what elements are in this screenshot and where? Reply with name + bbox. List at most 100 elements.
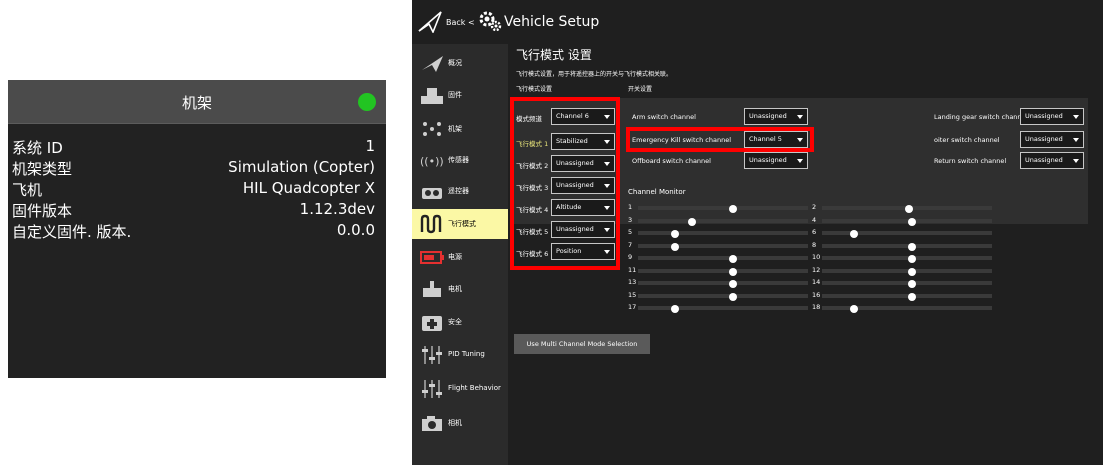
switch-6-label: Return switch channel (934, 157, 1007, 165)
sidebar-item-flight-modes[interactable]: 飞行模式 (412, 209, 508, 239)
channel-1-knob (729, 205, 738, 213)
channel-number: 1 (628, 203, 633, 211)
channel-5-track (638, 230, 808, 238)
channel-4-monitor: 4 (812, 215, 997, 226)
channel-14-monitor: 14 (812, 278, 997, 288)
channel-14-track (822, 280, 992, 288)
channel-17-knob (671, 305, 680, 313)
switch-settings-heading: 开关设置 (628, 86, 653, 93)
channel-number: 6 (812, 228, 817, 236)
channel-number: 9 (628, 253, 633, 261)
highlight-box-kill-switch (626, 127, 814, 152)
channel-5-knob (671, 230, 680, 238)
sidebar-item-sensors[interactable]: ((•)) 传感器 (412, 145, 508, 175)
channel-3-knob (687, 217, 696, 226)
switch-5-select[interactable]: Unassigned (744, 152, 808, 169)
channel-number: 2 (812, 203, 817, 211)
sidebar-item-camera[interactable]: 相机 (412, 408, 508, 438)
channel-7-track (638, 242, 808, 251)
channel-10-track (822, 255, 992, 263)
sidebar-item-firmware[interactable]: 固件 (412, 80, 508, 110)
switch-4-select[interactable]: Unassigned (1020, 131, 1084, 148)
camera-icon (422, 416, 442, 431)
back-button[interactable]: Back < (446, 18, 475, 27)
pid-tuning-icon (422, 346, 442, 364)
channel-number: 5 (628, 228, 633, 236)
card-row-firmware-version: 固件版本 1.12.3dev (8, 200, 386, 220)
channel-2-monitor: 2 (812, 203, 997, 213)
channel-number: 4 (812, 215, 817, 224)
flight-behavior-icon (422, 380, 442, 398)
status-indicator (358, 93, 376, 111)
sidebar-item-label: 安全 (448, 318, 462, 326)
sidebar-item-safety[interactable]: 安全 (412, 307, 508, 337)
card-row-key: 飞机 (12, 181, 43, 199)
switch-6-select[interactable]: Unassigned (1020, 152, 1084, 169)
chevron-down-icon (797, 115, 803, 119)
channel-16-monitor: 16 (812, 291, 997, 301)
channel-number: 8 (812, 240, 817, 249)
motors-icon (423, 281, 441, 297)
card-row-value: 1 (365, 137, 375, 155)
vehicle-setup-window: Back < Vehicle Setup 概况 固件 机架 ((•)) 传感器 遥控器 飞行… (412, 0, 1103, 465)
channel-9-track (638, 255, 808, 263)
switch-5-label: Offboard switch channel (632, 157, 711, 165)
sidebar-item-paper-plane[interactable]: 概况 (412, 48, 508, 78)
channel-16-track (822, 292, 992, 301)
sidebar-item-label: Flight Behavior (448, 384, 501, 392)
card-row-airframe-type: 机架类型 Simulation (Copter) (8, 158, 386, 178)
multi-channel-mode-button[interactable]: Use Multi Channel Mode Selection (514, 334, 650, 354)
chevron-down-icon (797, 159, 803, 163)
sidebar-item-radio[interactable]: 遥控器 (412, 176, 508, 206)
channel-18-knob (850, 305, 859, 313)
airframe-card-header: 机架 (8, 80, 386, 124)
paper-plane-logo-icon[interactable] (418, 11, 442, 33)
card-row-value: HIL Quadcopter X (242, 179, 375, 197)
channel-12-knob (908, 267, 917, 276)
card-row-value: 1.12.3dev (299, 200, 375, 218)
channel-15-monitor: 15 (628, 290, 813, 301)
switch-2-select[interactable]: Unassigned (1020, 108, 1084, 125)
channel-14-knob (908, 280, 917, 288)
channel-number: 13 (628, 278, 637, 286)
firmware-icon (421, 88, 443, 104)
select-value: Unassigned (749, 112, 787, 120)
channel-8-track (822, 242, 992, 251)
channel-13-track (638, 280, 808, 288)
card-row-vehicle: 飞机 HIL Quadcopter X (8, 179, 386, 199)
channel-6-knob (850, 230, 859, 238)
sidebar-item-motors[interactable]: 电机 (412, 274, 508, 304)
switch-1-select[interactable]: Unassigned (744, 108, 808, 125)
sidebar-item-airframe[interactable]: 机架 (412, 114, 508, 144)
sidebar-item-pid-tuning[interactable]: PID Tuning (412, 340, 508, 370)
channel-number: 17 (628, 303, 637, 311)
gears-icon (479, 11, 502, 32)
channel-16-knob (908, 292, 917, 301)
channel-8-knob (908, 242, 917, 251)
safety-icon (422, 316, 442, 331)
select-value: Unassigned (1025, 156, 1063, 164)
channel-4-knob (908, 217, 917, 226)
channel-number: 15 (628, 290, 637, 299)
channel-11-track (638, 267, 808, 276)
switch-1-label: Arm switch channel (632, 113, 696, 121)
sidebar-item-flight-behavior[interactable]: Flight Behavior (412, 374, 508, 404)
sidebar-item-battery[interactable]: 电源 (412, 242, 508, 272)
channel-11-monitor: 11 (628, 265, 813, 276)
channel-10-monitor: 10 (812, 253, 997, 263)
card-row-key: 自定义固件. 版本. (12, 223, 132, 241)
channel-11-knob (729, 267, 738, 276)
channel-number: 18 (812, 303, 821, 311)
flight-modes-icon (420, 214, 442, 234)
channel-2-track (822, 205, 992, 213)
airframe-card: 机架 系统 ID 1 机架类型 Simulation (Copter) 飞机 H… (8, 80, 386, 378)
sidebar: 概况 固件机架 ((•)) 传感器 遥控器 飞行模式 电源 电机安全 PID Tuning Fli… (412, 44, 508, 465)
switch-4-label: oiter switch channel (934, 136, 1000, 144)
channel-3-monitor: 3 (628, 216, 813, 226)
select-value: Unassigned (1025, 135, 1063, 143)
channel-number: 10 (812, 253, 821, 261)
channel-1-monitor: 1 (628, 203, 813, 213)
channel-number: 11 (628, 265, 637, 274)
paper-plane-icon (422, 56, 443, 72)
sidebar-item-label: PID Tuning (448, 350, 485, 358)
